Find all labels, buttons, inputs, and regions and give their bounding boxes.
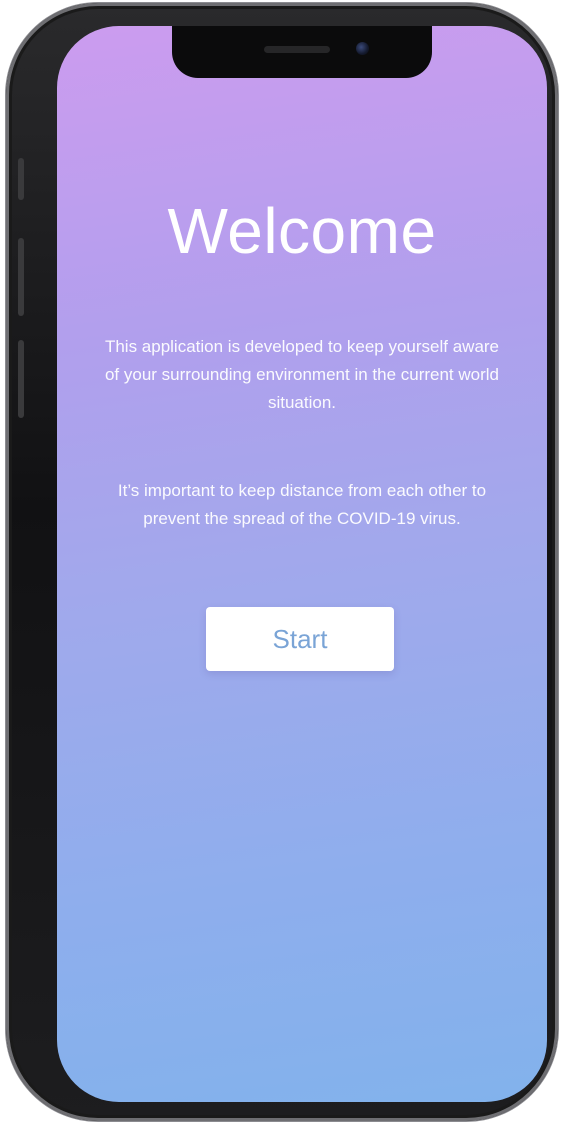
notch [172,26,432,78]
volume-down-button [18,340,24,418]
welcome-screen: Welcome This application is developed to… [57,26,547,1102]
phone-frame: Welcome This application is developed to… [6,3,558,1121]
front-camera-icon [356,42,369,55]
start-button[interactable]: Start [206,607,394,671]
welcome-title: Welcome [167,195,437,267]
description-paragraph-1: This application is developed to keep yo… [104,337,500,412]
speaker-grille [264,46,330,53]
description-paragraph-2: It’s important to keep distance from eac… [117,481,487,528]
mute-switch [18,158,24,200]
volume-up-button [18,238,24,316]
